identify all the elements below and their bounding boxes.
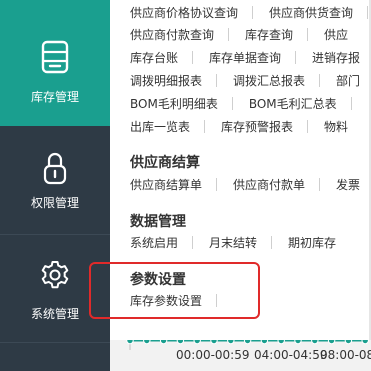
menu-separator: [228, 27, 230, 41]
chart-area: 00:00-00:59 04:00-04:59 08:00-08:: [110, 340, 371, 371]
data-point[interactable]: [159, 340, 168, 345]
sidebar-divider: [0, 342, 110, 343]
menu-row-reports-3: 库存台账 库存单据查询 进销存报: [130, 47, 360, 67]
data-point[interactable]: [311, 340, 319, 345]
menu-separator: [319, 177, 321, 191]
menu-separator: [216, 73, 218, 87]
menu-link[interactable]: 发票: [336, 176, 360, 193]
menu-separator: [295, 50, 297, 64]
menu-separator: [231, 96, 233, 110]
sidebar-item-label: 库存管理: [30, 90, 79, 104]
data-point[interactable]: [126, 340, 134, 345]
menu-link[interactable]: 库存单据查询: [209, 49, 281, 66]
data-point[interactable]: [277, 340, 285, 345]
x-tick-label: 08:00-08:: [320, 348, 371, 362]
menu-link[interactable]: 供应商付款查询: [130, 26, 214, 43]
menu-link[interactable]: 出库一览表: [130, 118, 190, 135]
sidebar-item-label: 系统管理: [30, 307, 79, 321]
menu-row-reports-6: 出库一览表 库存预警报表 物料: [130, 116, 348, 136]
data-point[interactable]: [294, 340, 302, 345]
menu-link[interactable]: 库存台账: [130, 49, 178, 66]
data-point[interactable]: [210, 340, 218, 345]
gear-icon: [41, 261, 69, 289]
data-point[interactable]: [176, 340, 185, 345]
data-point[interactable]: [361, 340, 369, 345]
data-point[interactable]: [193, 340, 201, 345]
sidebar-item-permission-management[interactable]: 权限管理: [0, 126, 110, 234]
data-point[interactable]: [143, 340, 151, 345]
menu-link[interactable]: 进销存报: [312, 49, 360, 66]
stock-tray-icon: [41, 40, 69, 74]
menu-link[interactable]: 供应商付款单: [233, 176, 305, 193]
menu-link[interactable]: 库存查询: [245, 26, 293, 43]
menu-separator: [192, 50, 194, 64]
sidebar-item-stock-management[interactable]: 库存管理: [0, 0, 110, 126]
menu-separator: [192, 235, 194, 249]
x-tick-label: 04:00-04:59: [254, 348, 328, 362]
menu-link[interactable]: 供应商供货查询: [269, 4, 353, 21]
data-point[interactable]: [260, 340, 269, 345]
menu-link[interactable]: 月末结转: [209, 234, 257, 251]
menu-separator: [271, 235, 273, 249]
menu-link[interactable]: 供应商结算单: [130, 176, 202, 193]
menu-link[interactable]: 供应: [324, 26, 348, 43]
menu-separator: [216, 177, 218, 191]
menu-link[interactable]: 期初库存: [288, 234, 336, 251]
menu-row-reports-5: BOM毛利明细表 BOM毛利汇总表: [130, 93, 368, 113]
sidebar-item-label: 权限管理: [30, 196, 79, 210]
menu-separator: [350, 96, 352, 110]
menu-link[interactable]: 物料: [324, 118, 348, 135]
menu-link[interactable]: 库存预警报表: [221, 118, 293, 135]
data-point[interactable]: [243, 340, 252, 345]
data-point[interactable]: [344, 340, 353, 345]
menu-row-reports-1: 供应商价格协议查询 供应商供货查询: [130, 2, 371, 22]
section-title-supplier-settlement: 供应商结算: [130, 155, 200, 171]
menu-separator: [307, 27, 309, 41]
menu-link[interactable]: 部门: [336, 72, 360, 89]
data-point[interactable]: [227, 340, 235, 345]
menu-link[interactable]: 系统启用: [130, 234, 178, 251]
menu-link[interactable]: 供应商价格协议查询: [130, 4, 238, 21]
menu-separator: [252, 5, 254, 19]
menu-separator: [307, 119, 309, 133]
menu-link[interactable]: BOM毛利明细表: [130, 95, 218, 112]
menu-row-supplier-settlement: 供应商结算单 供应商付款单 发票: [130, 174, 360, 194]
x-tick-label: 00:00-00:59: [176, 348, 250, 362]
lock-icon: [43, 152, 67, 185]
menu-separator: [204, 119, 206, 133]
menu-row-reports-4: 调拨明细报表 调拨汇总报表 部门: [130, 70, 360, 90]
menu-link[interactable]: 调拨汇总报表: [233, 72, 305, 89]
data-point[interactable]: [327, 340, 336, 345]
section-title-data-management: 数据管理: [130, 214, 186, 230]
menu-separator: [367, 5, 369, 19]
menu-separator: [319, 73, 321, 87]
highlight-box: [89, 262, 260, 319]
menu-link[interactable]: BOM毛利汇总表: [249, 95, 337, 112]
menu-row-data-management: 系统启用 月末结转 期初库存: [130, 232, 336, 252]
menu-link[interactable]: 调拨明细报表: [130, 72, 202, 89]
menu-row-reports-2: 供应商付款查询 库存查询 供应: [130, 24, 348, 44]
